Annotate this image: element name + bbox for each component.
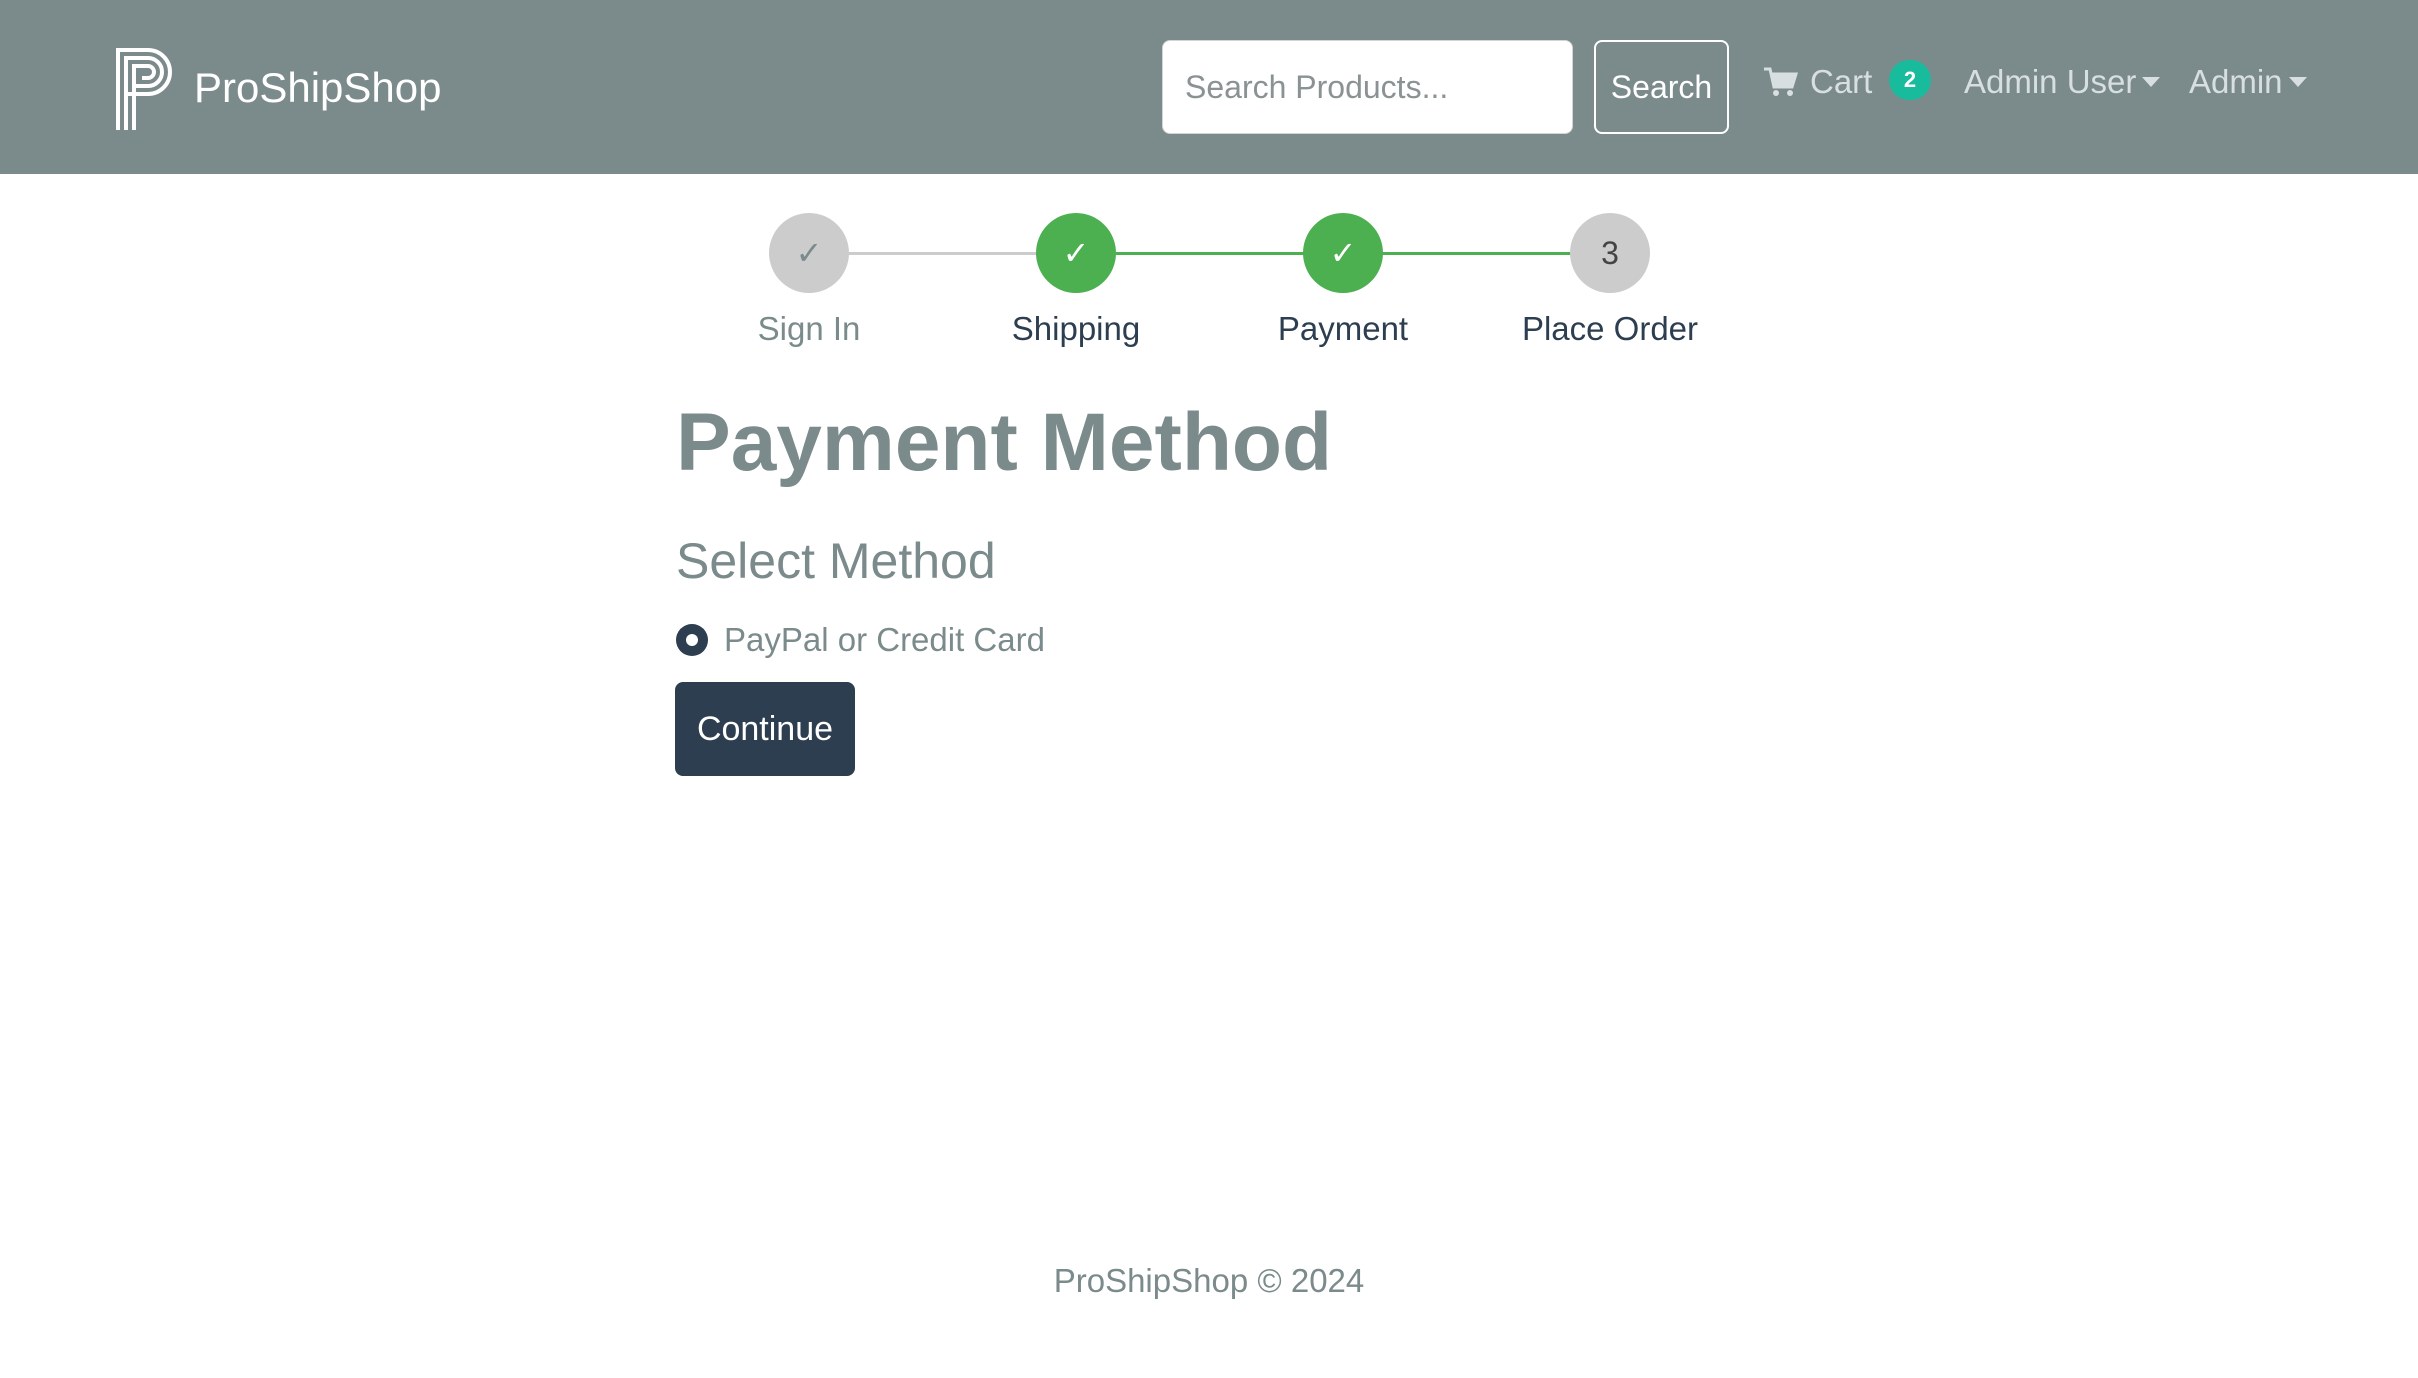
footer-copyright: ProShipShop © 2024 <box>1053 1262 1365 1299</box>
payment-option-label[interactable]: PayPal or Credit Card <box>724 621 1045 659</box>
payment-option-paypal[interactable]: PayPal or Credit Card <box>676 620 1045 660</box>
step-connector-1 <box>849 252 1037 255</box>
select-method-heading: Select Method <box>676 533 996 589</box>
step-payment-marker: ✓ <box>1303 213 1383 293</box>
step-shipping-label[interactable]: Shipping <box>946 310 1206 348</box>
step-signin-marker: ✓ <box>769 213 849 293</box>
step-placeorder-marker: 3 <box>1570 213 1650 293</box>
radio-dot-icon <box>686 634 698 646</box>
page-title: Payment Method <box>676 397 1333 488</box>
step-placeorder-label[interactable]: Place Order <box>1480 310 1740 348</box>
step-payment-label[interactable]: Payment <box>1213 310 1473 348</box>
step-signin-label: Sign In <box>757 310 861 347</box>
checkout-steps: ✓ ✓ ✓ 3 Sign In Shipping Payment Place O… <box>0 0 2418 360</box>
continue-button[interactable]: Continue <box>675 682 855 776</box>
step-shipping-marker: ✓ <box>1036 213 1116 293</box>
step-connector-3 <box>1383 252 1571 255</box>
step-connector-2 <box>1116 252 1304 255</box>
radio-button-checked[interactable] <box>676 624 708 656</box>
